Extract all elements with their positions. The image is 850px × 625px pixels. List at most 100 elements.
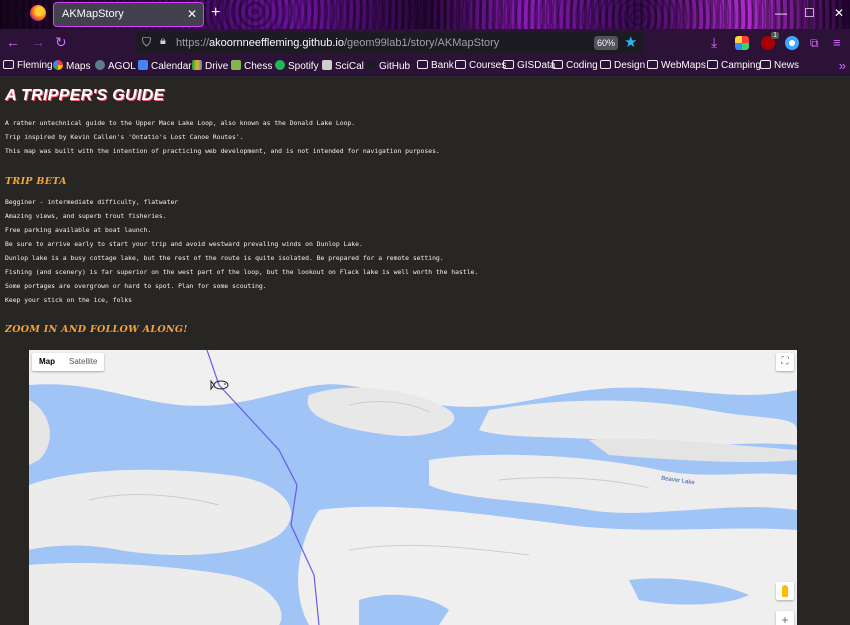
bookmark-calendar[interactable]: Calendar (138, 60, 192, 72)
bookmark-label: News (774, 60, 800, 71)
reload-icon[interactable]: ↻ (55, 34, 67, 51)
bookmark-star-icon[interactable]: ★ (624, 33, 637, 51)
shield-icon[interactable]: ⛉ (142, 35, 151, 50)
tab-strip: AKMapStory ✕ + — ☐ ✕ (0, 0, 850, 29)
intro-line: This map was built with the intention of… (5, 147, 440, 155)
bookmark-bank[interactable]: Bank (417, 60, 454, 71)
bookmark-label: SciCal (335, 61, 364, 72)
intro-line: Trip inspired by Kevin Callen's 'Ontatio… (5, 133, 244, 141)
map-terrain[interactable] (29, 350, 797, 625)
bookmark-coding[interactable]: Coding (552, 60, 598, 71)
bookmark-label: WebMaps (661, 60, 706, 71)
bookmark-spotify[interactable]: Spotify (275, 60, 319, 72)
bookmark-fleming[interactable]: Fleming (3, 60, 53, 71)
globe-icon (95, 60, 105, 70)
ublock-icon[interactable]: 1 (761, 32, 779, 50)
downloads-icon[interactable]: ⤓ (711, 34, 717, 51)
bookmark-courses[interactable]: Courses (455, 60, 506, 71)
bookmark-news[interactable]: News (760, 60, 799, 71)
trip-beta-line: Some portages are overgrown or hard to s… (5, 282, 267, 290)
calculator-icon (322, 60, 332, 70)
bookmark-label: GISData (517, 60, 556, 71)
bookmark-label: Maps (66, 61, 91, 72)
close-window-button[interactable]: ✕ (834, 6, 844, 20)
trip-beta-line: Keep your stick on the ice, folks (5, 296, 132, 304)
bookmark-label: Fleming (17, 60, 53, 71)
bookmark-scical[interactable]: SciCal (322, 60, 364, 72)
drive-icon (192, 60, 202, 70)
trip-beta-line: Begginer - intermediate difficulty, flat… (5, 198, 179, 206)
new-tab-button[interactable]: + (211, 5, 220, 21)
extensions-puzzle-icon[interactable]: ⧉ (810, 36, 819, 51)
spotify-icon (275, 60, 285, 70)
bookmark-label: Design (614, 60, 646, 71)
calendar-icon (138, 60, 148, 70)
bookmarks-overflow-icon[interactable]: » (839, 58, 846, 73)
maximize-button[interactable]: ☐ (804, 6, 815, 20)
trip-beta-heading: TRIP BETA (5, 176, 67, 187)
globe-extension-icon[interactable] (785, 36, 799, 50)
bookmark-agol[interactable]: AGOL (95, 60, 136, 72)
bookmark-design[interactable]: Design (600, 60, 645, 71)
folder-icon (760, 60, 771, 69)
forward-arrow-icon[interactable]: → (31, 34, 45, 50)
map-type-map-button[interactable]: Map (32, 353, 62, 371)
bookmark-camping[interactable]: Camping (707, 60, 761, 71)
url-text[interactable]: https://akoornneeffleming.github.io/geom… (176, 37, 499, 49)
fullscreen-button[interactable]: ⛶ (776, 353, 794, 371)
bookmark-chess[interactable]: Chess (231, 60, 272, 72)
folder-icon (600, 60, 611, 69)
bookmark-gisdata[interactable]: GISData (503, 60, 555, 71)
firefox-icon[interactable] (30, 5, 46, 21)
page-title: A TRIPPER'S GUIDE (5, 87, 165, 104)
nav-bar: ← → ↻ ⛉ 🔒︎ https://akoornneeffleming.git… (0, 29, 850, 57)
folder-icon (552, 60, 563, 69)
intro-line: A rather untechnical guide to the Upper … (5, 119, 356, 127)
url-scheme: https:// (176, 37, 210, 49)
map-type-satellite-button[interactable]: Satellite (62, 353, 104, 371)
trip-beta-line: Dunlop lake is a busy cottage lake, but … (5, 254, 444, 262)
extension-colors-icon[interactable] (735, 36, 749, 50)
pegman-icon[interactable] (776, 582, 794, 600)
trip-beta-line: Free parking available at boat launch. (5, 226, 152, 234)
trip-beta-line: Be sure to arrive early to start your tr… (5, 240, 363, 248)
url-host: akoornneeffleming.github.io (209, 37, 344, 49)
bookmark-webmaps[interactable]: WebMaps (647, 60, 706, 71)
map-heading: ZOOM IN AND FOLLOW ALONG! (5, 324, 188, 335)
lock-icon[interactable]: 🔒︎ (160, 35, 166, 48)
bookmark-label: AGOL (108, 61, 136, 72)
github-icon (366, 60, 376, 70)
bookmark-drive[interactable]: Drive (192, 60, 228, 72)
folder-icon (417, 60, 428, 69)
bookmark-label: Coding (566, 60, 598, 71)
google-icon (53, 60, 63, 70)
folder-icon (3, 60, 14, 69)
tab-close-icon[interactable]: ✕ (187, 7, 197, 21)
page-content: A TRIPPER'S GUIDE A rather untechnical g… (0, 77, 850, 625)
bookmark-github[interactable]: GitHub (366, 60, 410, 72)
map-type-control: Map Satellite (32, 353, 105, 371)
extension-badge: 1 (771, 32, 779, 39)
bookmark-label: GitHub (379, 61, 411, 72)
url-bar[interactable]: ⛉ 🔒︎ https://akoornneeffleming.github.io… (136, 32, 644, 54)
bookmark-label: Bank (431, 60, 454, 71)
zoom-level-badge[interactable]: 60% (594, 36, 618, 50)
tab-akmapstory[interactable]: AKMapStory ✕ (53, 2, 204, 27)
back-arrow-icon[interactable]: ← (6, 34, 20, 50)
folder-icon (503, 60, 514, 69)
minimize-button[interactable]: — (775, 6, 787, 20)
bookmark-label: Calendar (151, 61, 192, 72)
bookmark-maps[interactable]: Maps (53, 60, 90, 72)
bookmark-label: Courses (469, 60, 507, 71)
bookmark-label: Camping (721, 60, 762, 71)
map-embed[interactable]: Map Satellite ⛶ Beaver Lake + (29, 350, 797, 625)
bookmark-label: Drive (205, 61, 229, 72)
bookmarks-bar: Fleming Maps AGOL Calendar Drive Chess Spotify… (0, 57, 850, 76)
tab-title: AKMapStory (62, 8, 124, 20)
zoom-in-button[interactable]: + (776, 611, 794, 625)
bookmark-label: Spotify (288, 61, 319, 72)
folder-icon (707, 60, 718, 69)
menu-hamburger-icon[interactable]: ≡ (833, 35, 841, 50)
trip-beta-line: Amazing views, and superb trout fisherie… (5, 212, 167, 220)
chess-icon (231, 60, 241, 70)
